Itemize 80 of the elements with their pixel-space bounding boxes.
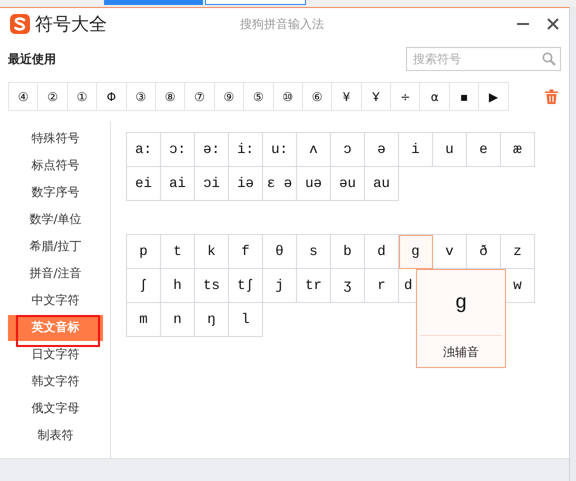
symbol-key[interactable]: α: [420, 83, 450, 111]
phonetic-key[interactable]: tr: [297, 269, 331, 303]
phonetic-key[interactable]: k: [195, 235, 229, 269]
phonetic-key[interactable]: ŋ: [195, 303, 229, 337]
category-item[interactable]: 韩文字符: [8, 368, 103, 394]
category-item[interactable]: 中文字符: [8, 288, 103, 314]
symbol-key[interactable]: Ұ: [362, 83, 392, 111]
phonetic-key[interactable]: r: [365, 269, 399, 303]
category-item[interactable]: 标点符号: [8, 152, 103, 178]
phonetic-key[interactable]: g: [399, 235, 433, 269]
symbol-key[interactable]: ¥: [332, 83, 362, 111]
phonetic-key[interactable]: ɔ: [331, 133, 365, 167]
search-icon[interactable]: [542, 52, 556, 66]
phonetic-key[interactable]: e: [467, 133, 501, 167]
logo-icon: [10, 14, 30, 34]
phonetic-key[interactable]: θ: [263, 235, 297, 269]
symbol-key[interactable]: ②: [38, 83, 68, 111]
trash-icon[interactable]: [544, 89, 558, 104]
phonetic-key[interactable]: n: [161, 303, 195, 337]
symbol-key[interactable]: ⑩: [274, 83, 303, 111]
phonetic-key[interactable]: au: [365, 167, 399, 201]
phonetic-key[interactable]: b: [331, 235, 365, 269]
phonetic-key[interactable]: u: [433, 133, 467, 167]
symbol-key[interactable]: ③: [126, 83, 156, 111]
symbol-key[interactable]: ①: [68, 83, 98, 111]
phonetic-key[interactable]: h: [161, 269, 195, 303]
category-item[interactable]: 俄文字母: [8, 396, 103, 422]
phonetic-key[interactable]: l: [229, 303, 263, 337]
phonetic-key[interactable]: a:: [127, 133, 161, 167]
tooltip-symbol: g: [454, 292, 467, 315]
category-item[interactable]: 希腊/拉丁: [8, 234, 103, 260]
phonetic-key[interactable]: ai: [161, 167, 195, 201]
phonetic-key[interactable]: i:: [229, 133, 263, 167]
phonetic-key[interactable]: tʃ: [229, 269, 263, 303]
app-name: 符号大全: [35, 13, 107, 36]
symbol-key[interactable]: ▪: [450, 83, 480, 111]
phonetic-key[interactable]: uə: [297, 167, 331, 201]
phonetic-key[interactable]: əu: [331, 167, 365, 201]
category-item[interactable]: 数学/单位: [8, 206, 103, 232]
phonetic-key[interactable]: iə: [229, 167, 263, 201]
symbol-key[interactable]: Φ: [97, 83, 127, 111]
category-item[interactable]: 特殊符号: [8, 126, 103, 152]
phonetic-key[interactable]: ə: [365, 133, 399, 167]
phonetic-key[interactable]: ɛ ə: [263, 167, 297, 201]
category-item[interactable]: 日文字符: [8, 342, 103, 368]
phonetic-key[interactable]: u:: [263, 133, 297, 167]
phonetic-key[interactable]: j: [263, 269, 297, 303]
category-item[interactable]: 数字序号: [8, 180, 103, 206]
phonetic-key[interactable]: z: [501, 235, 535, 269]
phonetic-key[interactable]: ʌ: [297, 133, 331, 167]
close-icon[interactable]: [547, 18, 559, 30]
window-tab[interactable]: [205, 0, 306, 5]
phonetic-key[interactable]: ʃ: [127, 269, 161, 303]
phonetic-key[interactable]: t: [161, 235, 195, 269]
phonetic-key[interactable]: f: [229, 235, 263, 269]
phonetic-key[interactable]: ɔ:: [161, 133, 195, 167]
symbol-key[interactable]: ÷: [391, 83, 420, 111]
phonetic-key[interactable]: m: [127, 303, 161, 337]
symbol-key[interactable]: ⑥: [302, 83, 332, 111]
symbol-key[interactable]: ▶: [479, 83, 509, 111]
phonetic-key[interactable]: æ: [501, 133, 535, 167]
symbol-key[interactable]: ④: [9, 83, 38, 111]
phonetic-key[interactable]: i: [399, 133, 433, 167]
tooltip-description: 浊辅音: [420, 335, 502, 361]
section-label: 最近使用: [8, 50, 56, 68]
phonetic-key[interactable]: p: [127, 235, 161, 269]
phonetic-key[interactable]: ʒ: [331, 269, 365, 303]
category-item[interactable]: 制表符: [8, 422, 103, 448]
search-field[interactable]: 搜索符号: [406, 47, 561, 71]
symbol-key[interactable]: ⑧: [156, 83, 186, 111]
phonetic-key[interactable]: ə:: [195, 133, 229, 167]
category-item[interactable]: 拼音/注音: [8, 260, 103, 286]
phonetic-key[interactable]: ei: [127, 167, 161, 201]
phonetic-key[interactable]: ɔi: [195, 167, 229, 201]
phonetic-key[interactable]: s: [297, 235, 331, 269]
symbol-key[interactable]: ⑤: [244, 83, 274, 111]
window-title: 搜狗拼音输入法: [239, 16, 325, 32]
phonetic-key[interactable]: ts: [195, 269, 229, 303]
symbol-key[interactable]: ⑦: [185, 83, 215, 111]
symbol-key[interactable]: ⑨: [214, 83, 244, 111]
